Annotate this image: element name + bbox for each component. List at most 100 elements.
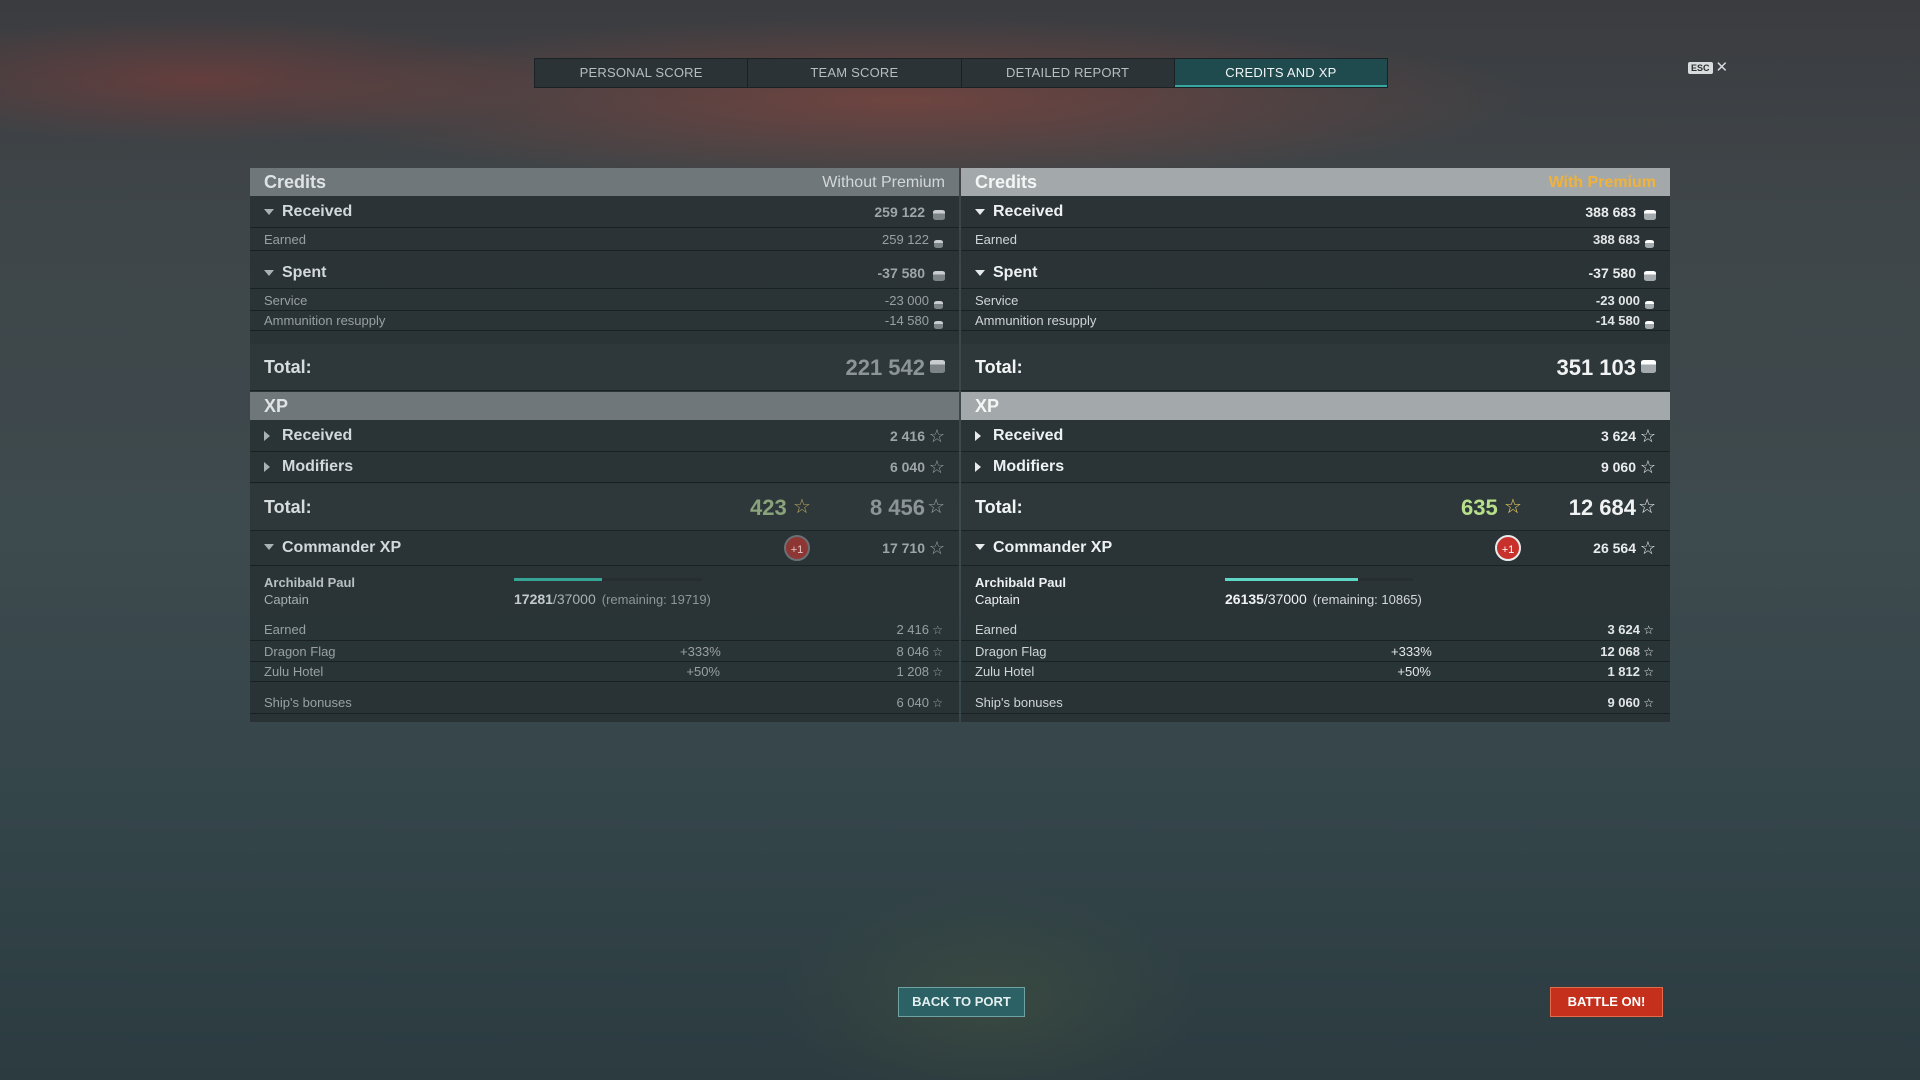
- free-xp-value: 635: [1461, 495, 1498, 520]
- cx-earned-value: 3 624: [1607, 622, 1640, 637]
- zulu-hotel-value: 1 812: [1607, 664, 1640, 679]
- commander-rank: Captain: [975, 592, 1020, 607]
- credits-total-value: 221 542: [845, 355, 925, 380]
- star-icon: ☆: [927, 496, 945, 518]
- xp-received-row[interactable]: Received 3 624 ☆: [961, 421, 1670, 452]
- credits-received-row[interactable]: Received 388 683: [961, 197, 1670, 228]
- ammo-row: Ammunition resupply -14 580: [961, 310, 1670, 331]
- commander-xp-progress: 26135/37000 (remaining: 10865): [1225, 591, 1422, 607]
- modifiers-row[interactable]: Modifiers 9 060 ☆: [961, 452, 1670, 483]
- xp-received-row[interactable]: Received 2 416 ☆: [250, 421, 959, 452]
- ship-bonuses-label: Ship's bonuses: [975, 695, 1063, 710]
- expand-arrow-icon: [975, 462, 981, 472]
- zulu-hotel-row: Zulu Hotel +50% 1 208 ☆: [250, 661, 959, 682]
- star-icon: ☆: [1643, 623, 1654, 637]
- xp-received-label: Received: [282, 427, 353, 444]
- credits-icon: [1644, 268, 1656, 286]
- credits-icon: [930, 360, 945, 378]
- tab-detailed-report[interactable]: DETAILED REPORT: [962, 59, 1175, 87]
- commander-xp-progress: 17281/37000 (remaining: 19719): [514, 591, 711, 607]
- service-label: Service: [264, 293, 308, 308]
- back-to-port-button[interactable]: BACK TO PORT: [898, 987, 1025, 1017]
- credits-icon: [1641, 360, 1656, 378]
- tab-credits-and-xp[interactable]: CREDITS AND XP: [1174, 59, 1387, 87]
- collapse-arrow-icon: [975, 209, 985, 215]
- star-icon: ☆: [1639, 538, 1656, 558]
- xp-header: XP: [961, 392, 1670, 420]
- credits-title: Credits: [975, 172, 1038, 192]
- zulu-hotel-percent: +50%: [686, 664, 720, 679]
- star-icon: ☆: [1639, 457, 1656, 477]
- commander-progress-bar: [1225, 578, 1413, 581]
- modifiers-row[interactable]: Modifiers 6 040 ☆: [250, 452, 959, 483]
- credits-icon: [934, 316, 943, 334]
- xp-total-label: Total:: [264, 497, 312, 517]
- skill-point-badge: +1: [1495, 535, 1521, 561]
- credits-spent-row[interactable]: Spent -37 580: [250, 258, 959, 289]
- credits-icon: [933, 268, 945, 286]
- collapse-arrow-icon: [264, 209, 274, 215]
- credits-total-row: Total: 221 542: [250, 344, 959, 391]
- star-icon: ☆: [932, 623, 943, 637]
- credits-received-row[interactable]: Received 259 122: [250, 197, 959, 228]
- zulu-hotel-label: Zulu Hotel: [975, 664, 1035, 679]
- earned-value: 388 683: [1593, 232, 1640, 247]
- commander-progress-bar: [514, 578, 702, 581]
- commander-remaining: (remaining: 10865): [1312, 592, 1422, 607]
- esc-key-icon: ESC: [1688, 62, 1713, 74]
- spent-label: Spent: [282, 264, 327, 281]
- battle-on-button[interactable]: BATTLE ON!: [1550, 987, 1663, 1017]
- without-premium-panel: Credits Without Premium Received 259 122…: [250, 168, 959, 722]
- tab-team-score[interactable]: TEAM SCORE: [748, 59, 962, 87]
- commander-xp-label: Commander XP: [282, 539, 402, 556]
- free-xp-star-icon: ☆: [1504, 496, 1522, 518]
- ammo-value: -14 580: [1595, 313, 1640, 328]
- commander-progress-fill: [514, 578, 602, 581]
- ammo-label: Ammunition resupply: [264, 313, 386, 328]
- cx-earned-value: 2 416: [896, 622, 929, 637]
- ship-bonuses-label: Ship's bonuses: [264, 695, 352, 710]
- commander-xp-row[interactable]: Commander XP +1 17 710 ☆: [250, 531, 959, 566]
- free-xp-star-icon: ☆: [793, 496, 811, 518]
- zulu-hotel-row: Zulu Hotel +50% 1 812 ☆: [961, 661, 1670, 682]
- cx-earned-label: Earned: [975, 622, 1017, 637]
- skill-point-badge: +1: [784, 535, 810, 561]
- earned-value: 259 122: [882, 232, 929, 247]
- spent-value: -37 580: [1588, 265, 1636, 281]
- service-row: Service -23 000: [961, 290, 1670, 311]
- xp-received-value: 2 416: [889, 428, 925, 444]
- star-icon: ☆: [1643, 696, 1654, 710]
- xp-received-label: Received: [993, 427, 1064, 444]
- dragon-flag-percent: +333%: [680, 644, 721, 659]
- ship-bonuses-row: Ship's bonuses 6 040 ☆: [250, 691, 959, 714]
- star-icon: ☆: [1643, 645, 1654, 659]
- xp-total-row: Total: 635 ☆ 12 684 ☆: [961, 484, 1670, 531]
- commander-max-xp: /37000: [552, 591, 596, 607]
- close-button[interactable]: ESC ✕: [1688, 59, 1729, 76]
- expand-arrow-icon: [975, 431, 981, 441]
- spent-value: -37 580: [877, 265, 925, 281]
- cx-earned-label: Earned: [264, 622, 306, 637]
- without-premium-label: Without Premium: [822, 174, 945, 191]
- commander-xp-row[interactable]: Commander XP +1 26 564 ☆: [961, 531, 1670, 566]
- collapse-arrow-icon: [975, 544, 985, 550]
- credits-spent-row[interactable]: Spent -37 580: [961, 258, 1670, 289]
- credits-header: Credits With Premium: [961, 168, 1670, 196]
- received-value: 388 683: [1585, 204, 1636, 220]
- zulu-hotel-label: Zulu Hotel: [264, 664, 324, 679]
- dragon-flag-row: Dragon Flag +333% 12 068 ☆: [961, 641, 1670, 662]
- credits-header: Credits Without Premium: [250, 168, 959, 196]
- earned-label: Earned: [264, 232, 306, 247]
- close-icon: ✕: [1715, 59, 1729, 76]
- commander-name: Archibald Paul: [264, 575, 356, 590]
- star-icon: ☆: [932, 696, 943, 710]
- service-row: Service -23 000: [250, 290, 959, 311]
- dragon-flag-value: 12 068: [1600, 644, 1640, 659]
- credits-icon: [934, 235, 943, 253]
- xp-title: XP: [264, 396, 289, 416]
- xp-total-label: Total:: [975, 497, 1023, 517]
- tab-personal-score[interactable]: PERSONAL SCORE: [535, 59, 749, 87]
- credits-icon: [933, 207, 945, 225]
- star-icon: ☆: [928, 426, 945, 446]
- commander-max-xp: /37000: [1263, 591, 1307, 607]
